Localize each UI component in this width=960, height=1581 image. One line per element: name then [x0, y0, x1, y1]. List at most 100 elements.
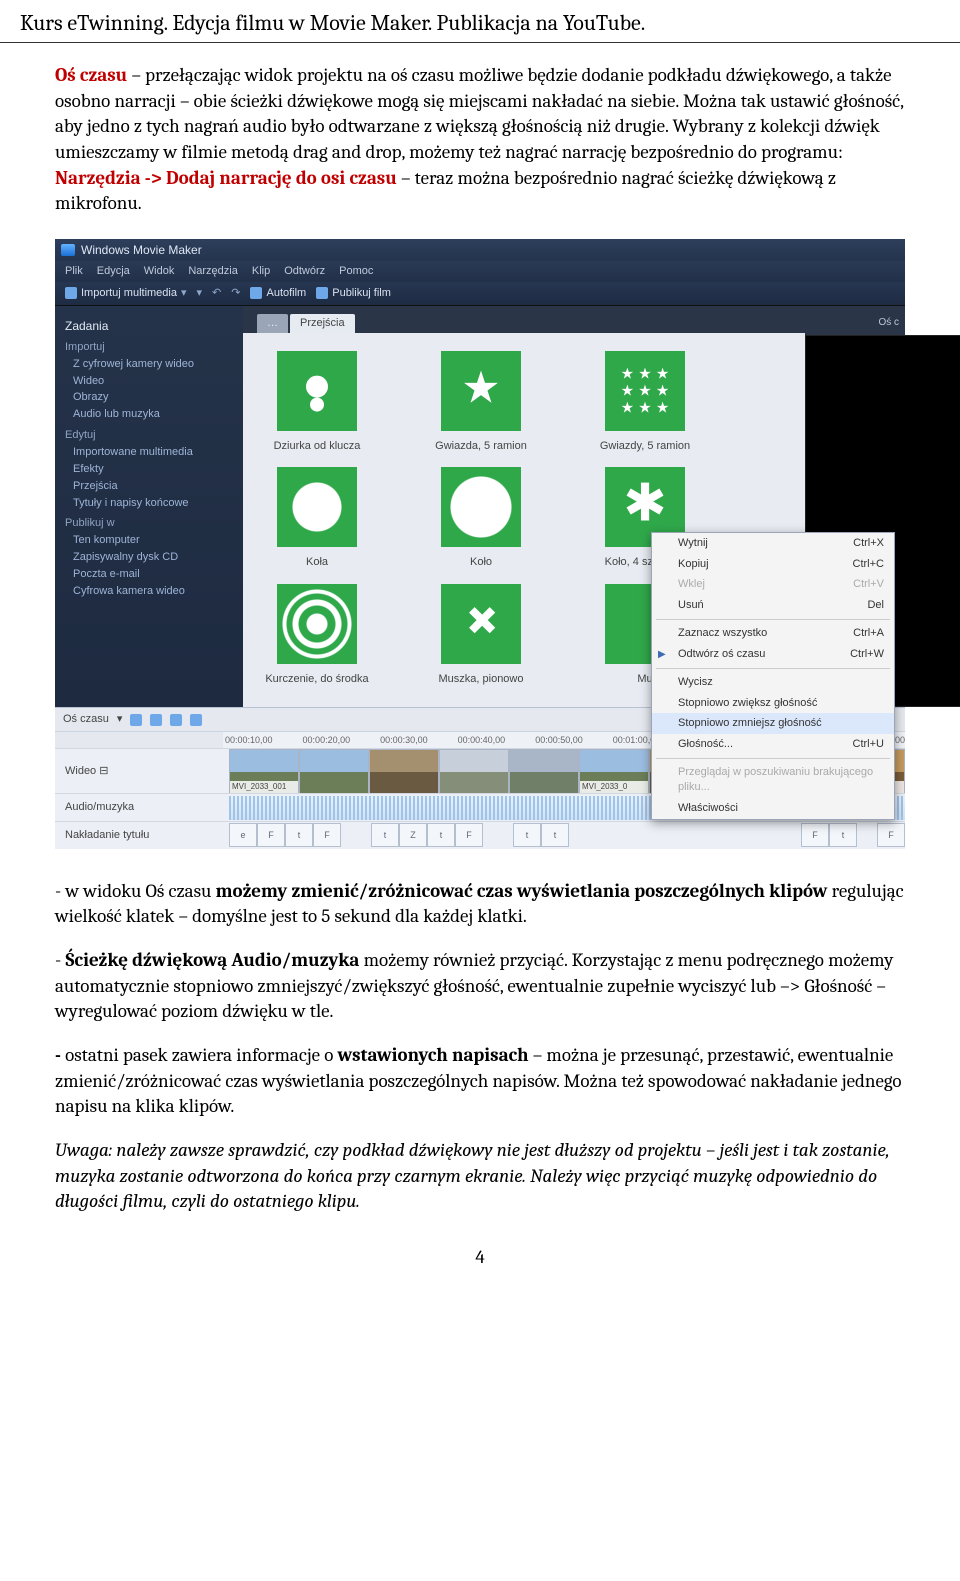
- transition-item[interactable]: Kurczenie, do środka: [257, 584, 377, 687]
- sidebar-item[interactable]: Poczta e-mail: [73, 567, 233, 582]
- sidebar-item[interactable]: Obrazy: [73, 390, 233, 405]
- ctx-select-all[interactable]: Zaznacz wszystkoCtrl+A: [652, 623, 894, 644]
- title-segment[interactable]: F: [313, 823, 341, 847]
- window-title: Windows Movie Maker: [81, 242, 202, 258]
- toolbar-autofilm[interactable]: Autofilm: [250, 286, 306, 301]
- ruler-tick: 00:00:20,00: [303, 734, 351, 746]
- tasks-sidebar: Zadania Importuj Z cyfrowej kamery wideo…: [55, 306, 243, 707]
- track-audio-label: Audio/muzyka: [55, 794, 229, 821]
- transition-item[interactable]: Dziurka od klucza: [257, 351, 377, 454]
- p3-bold: Ścieżkę dźwiękową Audio/muzyka: [65, 949, 359, 971]
- page-header: Kurs eTwinning. Edycja filmu w Movie Mak…: [0, 0, 960, 43]
- ruler-tick: 00:00:50,00: [535, 734, 583, 746]
- title-segment[interactable]: F: [257, 823, 285, 847]
- ctx-play-timeline[interactable]: ▶Odtwórz oś czasuCtrl+W: [652, 644, 894, 665]
- dropdown-arrow-icon[interactable]: ▾: [181, 286, 187, 301]
- title-segment[interactable]: t: [541, 823, 569, 847]
- video-clip[interactable]: [439, 749, 509, 793]
- rings-icon: [277, 584, 357, 664]
- sidebar-item[interactable]: Z cyfrowej kamery wideo: [73, 357, 233, 372]
- thumb-label: Koła: [306, 556, 328, 568]
- app-body: Zadania Importuj Z cyfrowej kamery wideo…: [55, 306, 905, 707]
- publish-icon: [316, 287, 328, 299]
- toolbar-import-media[interactable]: Importuj multimedia ▾: [65, 286, 187, 301]
- ctx-mute[interactable]: Wycisz: [652, 672, 894, 693]
- paragraph-3: - Ścieżkę dźwiękową Audio/muzyka możemy …: [55, 948, 905, 1025]
- paragraph-4: - ostatni pasek zawiera informacje o wst…: [55, 1043, 905, 1120]
- ctx-paste: WklejCtrl+V: [652, 574, 894, 595]
- timeline-label: Oś czasu: [63, 712, 109, 727]
- context-menu: WytnijCtrl+X KopiujCtrl+C WklejCtrl+V Us…: [651, 532, 895, 820]
- circle-icon: [441, 467, 521, 547]
- title-segment[interactable]: t: [285, 823, 313, 847]
- toolbar-separator: ▾: [197, 286, 203, 301]
- thumb-label: Muszka, pionowo: [439, 673, 524, 685]
- menu-help[interactable]: Pomoc: [339, 264, 373, 279]
- sidebar-section-title: Zadania: [65, 318, 233, 334]
- title-segment[interactable]: t: [371, 823, 399, 847]
- track-title-label: Nakładanie tytułu: [55, 822, 229, 849]
- sidebar-item[interactable]: Ten komputer: [73, 533, 233, 548]
- keyhole-icon: [277, 351, 357, 431]
- tab-inactive[interactable]: …: [257, 314, 288, 333]
- title-segment[interactable]: t: [829, 823, 857, 847]
- toolbar-undo-icon[interactable]: ↶: [212, 286, 221, 301]
- ctx-copy[interactable]: KopiujCtrl+C: [652, 554, 894, 575]
- zoom-in-icon[interactable]: [150, 714, 162, 726]
- sidebar-item[interactable]: Cyfrowa kamera wideo: [73, 584, 233, 599]
- menu-play[interactable]: Odtwórz: [284, 264, 325, 279]
- app-icon: [61, 244, 75, 256]
- sidebar-item[interactable]: Efekty: [73, 462, 233, 477]
- title-segment[interactable]: Z: [399, 823, 427, 847]
- thumb-label: Dziurka od klucza: [274, 440, 361, 452]
- rewind-icon[interactable]: [170, 714, 182, 726]
- sidebar-item[interactable]: Importowane multimedia: [73, 445, 233, 460]
- menu-clip[interactable]: Klip: [252, 264, 270, 279]
- transition-item[interactable]: Gwiazdy, 5 ramion: [585, 351, 705, 454]
- ctx-properties[interactable]: Właściwości: [652, 798, 894, 819]
- title-segment[interactable]: t: [427, 823, 455, 847]
- menu-view[interactable]: Widok: [144, 264, 175, 279]
- toolbar-import-label: Importuj multimedia: [81, 286, 177, 301]
- menu-file[interactable]: Plik: [65, 264, 83, 279]
- video-clip[interactable]: [509, 749, 579, 793]
- sidebar-item[interactable]: Zapisywalny dysk CD: [73, 550, 233, 565]
- toolbar-redo-icon[interactable]: ↷: [231, 286, 240, 301]
- sidebar-group-edit: Edytuj: [65, 428, 233, 443]
- video-clip[interactable]: [369, 749, 439, 793]
- ctx-delete[interactable]: UsuńDel: [652, 595, 894, 616]
- sidebar-item[interactable]: Przejścia: [73, 479, 233, 494]
- track-title-content[interactable]: e F t F t Z t F t t F t F: [229, 823, 905, 847]
- menu-tools[interactable]: Narzędzia: [188, 264, 238, 279]
- video-clip[interactable]: [299, 749, 369, 793]
- video-clip[interactable]: MVI_2033_0: [579, 749, 649, 793]
- zoom-out-icon[interactable]: [130, 714, 142, 726]
- title-segment[interactable]: e: [229, 823, 257, 847]
- ctx-cut[interactable]: WytnijCtrl+X: [652, 533, 894, 554]
- transition-item[interactable]: Muszka, pionowo: [421, 584, 541, 687]
- p3-pre: -: [55, 949, 65, 971]
- ctx-fade-in[interactable]: Stopniowo zwiększ głośność: [652, 693, 894, 714]
- transition-item[interactable]: Gwiazda, 5 ramion: [421, 351, 541, 454]
- title-segment[interactable]: F: [877, 823, 905, 847]
- ruler-tick: 00:00:10,00: [225, 734, 273, 746]
- video-clip[interactable]: MVI_2033_001: [229, 749, 299, 793]
- chevron-down-icon[interactable]: ▾: [117, 712, 123, 727]
- sidebar-item[interactable]: Wideo: [73, 374, 233, 389]
- transition-item[interactable]: Koło: [421, 467, 541, 570]
- play-timeline-icon[interactable]: [190, 714, 202, 726]
- timeline-corner-label: Oś c: [878, 317, 899, 328]
- p2-pre: - w widoku Oś czasu: [55, 880, 216, 902]
- tab-transitions[interactable]: Przejścia: [290, 314, 355, 333]
- sidebar-item[interactable]: Audio lub muzyka: [73, 407, 233, 422]
- menu-edit[interactable]: Edycja: [97, 264, 130, 279]
- sidebar-item[interactable]: Tytuły i napisy końcowe: [73, 496, 233, 511]
- import-icon: [65, 287, 77, 299]
- ctx-volume[interactable]: Głośność...Ctrl+U: [652, 734, 894, 755]
- title-segment[interactable]: t: [513, 823, 541, 847]
- toolbar-publish[interactable]: Publikuj film: [316, 286, 391, 301]
- transition-item[interactable]: Koła: [257, 467, 377, 570]
- ctx-fade-out[interactable]: Stopniowo zmniejsz głośność: [652, 713, 894, 734]
- title-segment[interactable]: F: [455, 823, 483, 847]
- title-segment[interactable]: F: [801, 823, 829, 847]
